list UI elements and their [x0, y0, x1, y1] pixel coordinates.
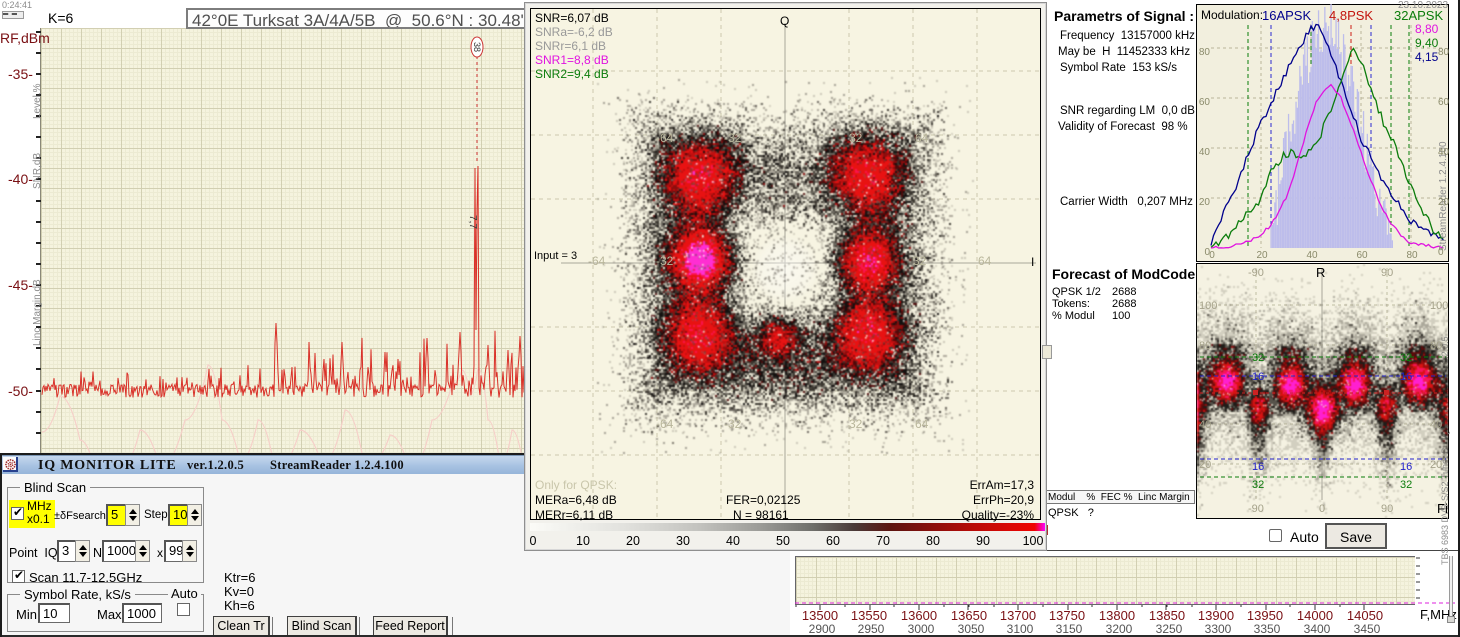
svg-text:7,7: 7,7: [467, 215, 478, 229]
svg-text:-90: -90: [1248, 503, 1264, 515]
svg-text:16: 16: [1252, 461, 1264, 473]
svg-text:20: 20: [1199, 459, 1211, 471]
svg-text:80: 80: [1430, 340, 1442, 352]
svg-text:32: 32: [1400, 352, 1412, 364]
svg-text:40: 40: [1199, 419, 1211, 431]
svg-text:100: 100: [1199, 300, 1217, 312]
svg-text:90: 90: [1381, 267, 1393, 279]
svg-text:R: R: [1316, 265, 1325, 280]
svg-text:16: 16: [1400, 461, 1412, 473]
svg-text:90: 90: [1381, 503, 1393, 515]
svg-text:100: 100: [1430, 300, 1448, 312]
svg-text:32: 32: [1252, 479, 1264, 491]
svg-text:-90: -90: [1248, 267, 1264, 279]
svg-text:32: 32: [1400, 479, 1412, 491]
svg-text:0: 0: [1319, 503, 1325, 515]
svg-text:38: 38: [472, 42, 482, 52]
svg-text:80: 80: [1199, 340, 1211, 352]
svg-text:16: 16: [1400, 371, 1412, 383]
svg-text:40: 40: [1430, 419, 1442, 431]
svg-text:20: 20: [1430, 459, 1442, 471]
svg-text:Fi: Fi: [1437, 501, 1448, 516]
svg-text:16: 16: [1252, 371, 1264, 383]
svg-text:32: 32: [1252, 352, 1264, 364]
